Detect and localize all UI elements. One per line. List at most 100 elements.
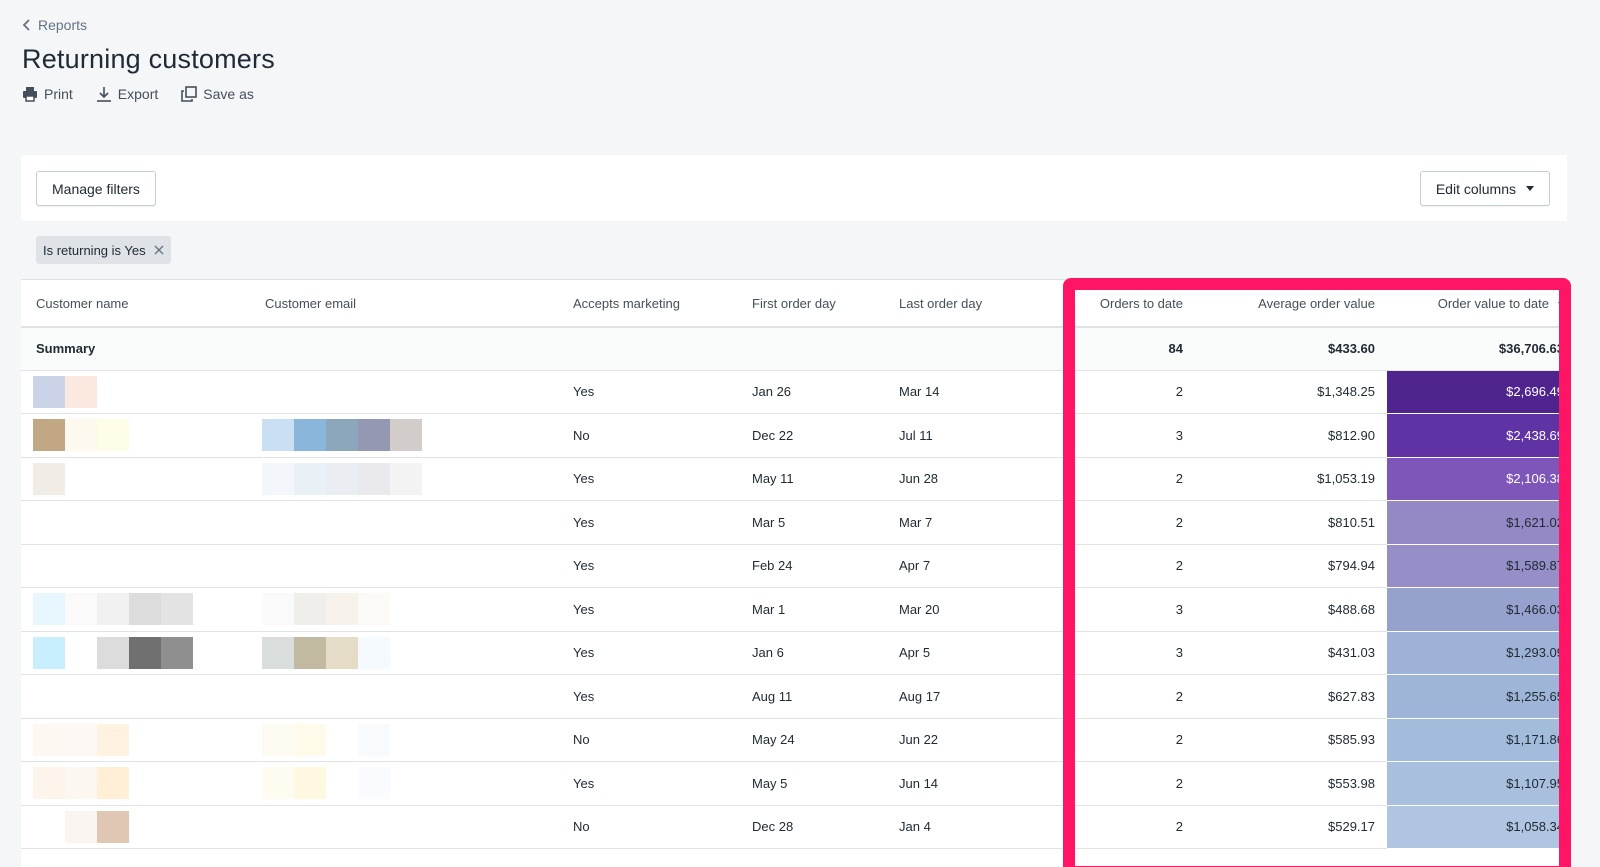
back-label: Reports — [38, 17, 88, 33]
customer-name-redacted — [21, 718, 250, 762]
save-as-button[interactable]: Save as — [181, 86, 254, 102]
table-row[interactable]: Yes Feb 24 Apr 7 2 $794.94 $1,589.87 — [21, 544, 1567, 588]
caret-down-icon — [1526, 186, 1534, 191]
edit-columns-button[interactable]: Edit columns — [1419, 171, 1550, 206]
customer-name-redacted — [21, 587, 250, 632]
customer-name-blur — [33, 462, 238, 495]
orders-to-date-cell: 3 — [1059, 587, 1195, 632]
duplicate-icon — [181, 86, 198, 102]
customer-email-redacted — [250, 587, 558, 632]
last-order-cell: Aug 17 — [884, 674, 1059, 719]
orders-to-date-cell: 2 — [1059, 805, 1195, 849]
col-accepts-marketing[interactable]: Accepts marketing — [558, 280, 737, 328]
customer-name-blur — [33, 636, 238, 669]
filter-tag-label: Is returning is Yes — [43, 242, 146, 258]
last-order-cell: Apr 7 — [884, 544, 1059, 588]
customer-email-redacted — [250, 718, 558, 762]
first-order-cell: Feb 24 — [737, 544, 884, 588]
order-value-to-date-cell: $2,438.69 — [1387, 413, 1567, 458]
redaction-block — [65, 636, 97, 669]
download-icon — [96, 87, 111, 102]
redaction-block — [326, 636, 358, 669]
redaction-block — [97, 810, 129, 843]
average-order-value-cell: $431.03 — [1195, 631, 1387, 675]
summary-row: Summary 84 $433.60 $36,706.63 — [21, 327, 1567, 371]
export-label: Export — [117, 86, 159, 102]
col-customer-name[interactable]: Customer name — [21, 280, 250, 328]
redaction-block — [65, 723, 97, 756]
first-order-cell: Jan 6 — [737, 631, 884, 675]
orders-to-date-cell: 2 — [1059, 500, 1195, 545]
average-order-value-cell: $585.93 — [1195, 718, 1387, 762]
customer-email-blur — [262, 419, 546, 452]
table-row[interactable]: No May 24 Jun 22 2 $585.93 $1,171.86 — [21, 718, 1567, 762]
last-order-cell: Mar 7 — [884, 500, 1059, 545]
close-icon[interactable] — [154, 245, 164, 255]
last-order-cell: Jan 4 — [884, 805, 1059, 849]
customer-name-redacted — [21, 805, 250, 849]
table-row[interactable]: Yes May 11 Jun 28 2 $1,053.19 $2,106.38 — [21, 457, 1567, 501]
table-row[interactable]: Yes Jan 6 Apr 5 3 $431.03 $1,293.09 — [21, 631, 1567, 675]
redaction-block — [358, 593, 390, 626]
orders-to-date-cell: 2 — [1059, 457, 1195, 501]
orders-to-date-cell: 2 — [1059, 674, 1195, 719]
average-order-value-cell: $1,053.19 — [1195, 457, 1387, 501]
customer-name-blur — [33, 550, 238, 582]
report-toolbar: Manage filters Edit columns — [21, 155, 1567, 221]
redaction-block — [262, 723, 294, 756]
customer-email-blur — [262, 376, 546, 408]
manage-filters-button[interactable]: Manage filters — [36, 171, 156, 206]
average-order-value-cell: $812.90 — [1195, 413, 1387, 458]
redaction-block — [65, 593, 97, 626]
table-row[interactable]: No Dec 28 Jan 4 2 $529.17 $1,058.34 — [21, 805, 1567, 849]
table-row[interactable]: Yes Aug 11 Aug 17 2 $627.83 $1,255.65 — [21, 674, 1567, 719]
orders-to-date-cell: 2 — [1059, 718, 1195, 762]
customer-email-redacted — [250, 500, 558, 545]
redaction-block — [65, 419, 97, 452]
order-value-to-date-cell: $1,293.09 — [1387, 631, 1567, 675]
redaction-block — [358, 462, 390, 495]
redaction-block — [262, 636, 294, 669]
printer-icon — [23, 87, 37, 102]
table-row[interactable]: No Dec 22 Jul 11 3 $812.90 $2,438.69 — [21, 413, 1567, 458]
redaction-block — [390, 419, 422, 452]
col-last-order-day[interactable]: Last order day — [884, 280, 1059, 328]
table-row[interactable]: Yes Mar 5 Mar 7 2 $810.51 $1,621.02 — [21, 500, 1567, 545]
first-order-cell: Aug 11 — [737, 674, 884, 719]
table-row[interactable]: Yes Mar 1 Mar 20 3 $488.68 $1,466.03 — [21, 587, 1567, 632]
customer-email-blur — [262, 506, 546, 538]
redaction-block — [358, 419, 390, 452]
average-order-value-cell: $1,348.25 — [1195, 370, 1387, 414]
report-table: Customer name Customer email Accepts mar… — [21, 280, 1567, 849]
redaction-block — [33, 462, 65, 495]
table-row[interactable]: Yes May 5 Jun 14 2 $553.98 $1,107.95 — [21, 761, 1567, 806]
table-row[interactable]: Yes Jan 26 Mar 14 2 $1,348.25 $2,696.49 — [21, 370, 1567, 414]
col-customer-email[interactable]: Customer email — [250, 280, 558, 328]
col-first-order-day[interactable]: First order day — [737, 280, 884, 328]
redaction-block — [262, 767, 294, 800]
customer-email-redacted — [250, 761, 558, 806]
redaction-block — [294, 419, 326, 452]
redaction-block — [161, 593, 193, 626]
redaction-block — [129, 636, 161, 669]
redaction-block — [358, 723, 390, 756]
last-order-cell: Jul 11 — [884, 413, 1059, 458]
last-order-cell: Mar 14 — [884, 370, 1059, 414]
back-link[interactable]: Reports — [22, 17, 87, 33]
export-button[interactable]: Export — [96, 86, 158, 102]
summary-label: Summary — [21, 327, 250, 371]
accepts-marketing-cell: No — [558, 805, 737, 849]
customer-name-redacted — [21, 631, 250, 675]
redaction-block — [33, 636, 65, 669]
redaction-block — [294, 462, 326, 495]
redaction-block — [294, 723, 326, 756]
print-label: Print — [44, 86, 73, 102]
print-button[interactable]: Print — [22, 86, 73, 102]
orders-to-date-cell: 2 — [1059, 370, 1195, 414]
redaction-block — [97, 636, 129, 669]
customer-name-redacted — [21, 457, 250, 501]
table-header-row: Customer name Customer email Accepts mar… — [21, 280, 1567, 328]
col-orders-to-date[interactable]: Orders to date — [1059, 280, 1195, 328]
col-average-order-value[interactable]: Average order value — [1195, 280, 1387, 328]
col-order-value-to-date[interactable]: Order value to date — [1387, 280, 1567, 328]
